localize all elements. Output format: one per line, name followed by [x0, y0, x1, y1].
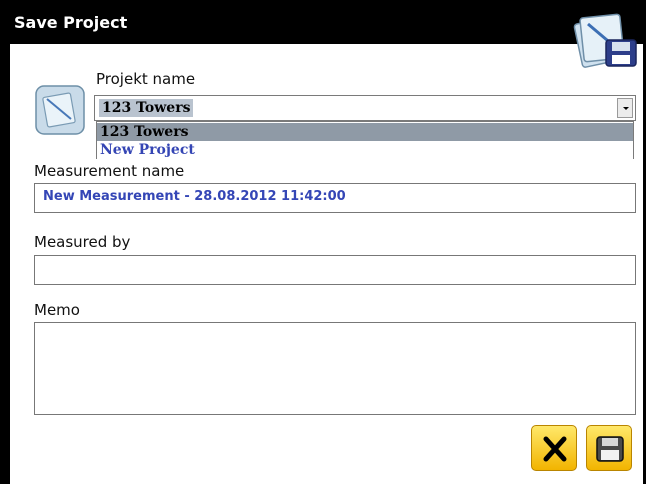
chevron-down-icon[interactable] [617, 98, 633, 118]
project-name-selected: 123 Towers [99, 99, 194, 117]
project-name-select[interactable]: 123 Towers [94, 95, 636, 121]
measurement-name-label: Measurement name [34, 162, 185, 180]
measurement-name-input[interactable]: New Measurement - 28.08.2012 11:42:00 [34, 183, 636, 213]
measured-by-label: Measured by [34, 233, 131, 251]
floppy-disk-icon [596, 436, 624, 462]
save-document-icon [573, 13, 637, 68]
title-bar: Save Project [0, 0, 646, 44]
memo-textarea[interactable] [34, 322, 636, 415]
memo-label: Memo [34, 301, 80, 319]
save-button[interactable] [586, 425, 632, 471]
measurement-name-value: New Measurement - 28.08.2012 11:42:00 [43, 189, 346, 204]
dialog-title: Save Project [14, 13, 128, 32]
project-name-label: Projekt name [96, 70, 196, 88]
measured-by-input[interactable] [34, 255, 636, 285]
project-option-123-towers[interactable]: 123 Towers [97, 123, 633, 141]
project-icon [35, 85, 85, 135]
project-dropdown-list: 123 Towers New Project [96, 121, 634, 159]
close-icon [543, 436, 567, 462]
project-option-new-project[interactable]: New Project [97, 141, 633, 159]
cancel-button[interactable] [531, 425, 577, 471]
